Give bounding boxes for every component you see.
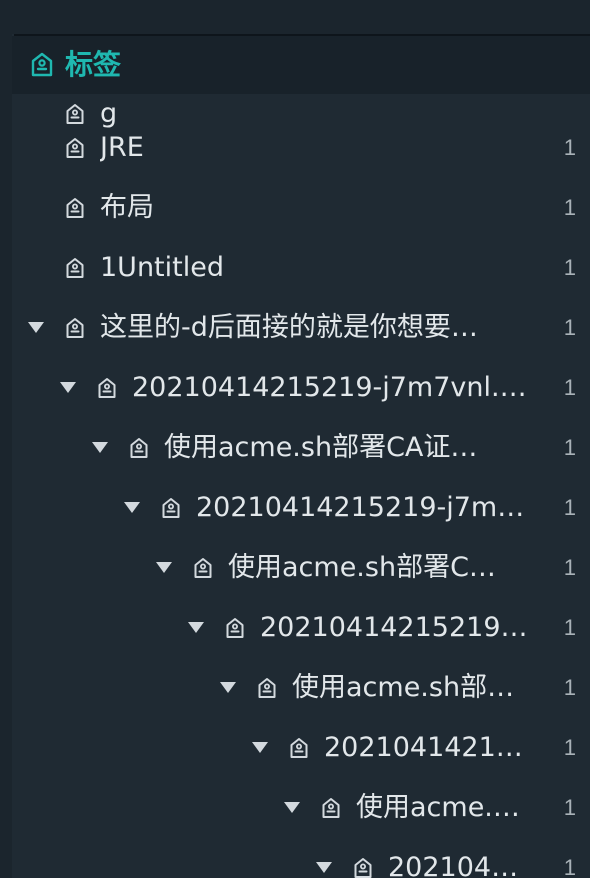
tag-icon bbox=[66, 138, 84, 158]
tag-icon bbox=[194, 558, 212, 578]
tag-row[interactable]: 20210414215219-j7m7vnl.… 1 bbox=[12, 358, 590, 418]
tag-count: 1 bbox=[563, 135, 576, 160]
tag-label: 这里的-d后面接的就是你想要… bbox=[100, 312, 478, 343]
tag-icon bbox=[290, 738, 308, 758]
tag-count: 1 bbox=[563, 195, 576, 220]
tag-row[interactable]: 2021041421… 1 bbox=[12, 718, 590, 778]
tag-count: 1 bbox=[563, 735, 576, 760]
caret-down-icon[interactable] bbox=[284, 802, 300, 813]
caret-down-icon[interactable] bbox=[316, 862, 332, 873]
tag-label: 20210414215219-j7m… bbox=[196, 492, 525, 523]
tag-count: 1 bbox=[563, 255, 576, 280]
tag-count: 1 bbox=[563, 315, 576, 340]
tag-row[interactable]: 这里的-d后面接的就是你想要… 1 bbox=[12, 298, 590, 358]
tag-panel: g JRE 1 布局 1 1Untitled 1 这里的-d后面接的就是你想要… 1 202104… bbox=[12, 36, 590, 878]
tag-row[interactable]: 2021041… 1 bbox=[12, 838, 590, 878]
tag-label: 使用acme.… bbox=[356, 792, 520, 823]
tag-row[interactable]: 20210414215219… 1 bbox=[12, 598, 590, 658]
tag-row[interactable]: 1Untitled 1 bbox=[12, 238, 590, 298]
tag-icon bbox=[98, 378, 116, 398]
caret-down-icon[interactable] bbox=[188, 622, 204, 633]
tag-icon bbox=[66, 198, 84, 218]
tag-label: 使用acme.sh部署CA证… bbox=[164, 432, 478, 463]
panel-title: 标签 bbox=[65, 48, 122, 81]
tag-count: 1 bbox=[563, 435, 576, 460]
tag-row[interactable]: 使用acme.sh部署C… 1 bbox=[12, 538, 590, 598]
tag-count: 1 bbox=[563, 675, 576, 700]
tag-icon bbox=[66, 258, 84, 278]
tag-row[interactable]: 20210414215219-j7m… 1 bbox=[12, 478, 590, 538]
caret-down-icon[interactable] bbox=[252, 742, 268, 753]
tag-label: 20210414215219-j7m7vnl.… bbox=[132, 372, 527, 403]
tag-row[interactable]: 使用acme.sh部… 1 bbox=[12, 658, 590, 718]
tag-count: 1 bbox=[563, 375, 576, 400]
left-edge bbox=[0, 0, 12, 878]
caret-down-icon[interactable] bbox=[124, 502, 140, 513]
tag-icon bbox=[162, 498, 180, 518]
tag-label: 使用acme.sh部署C… bbox=[228, 552, 496, 583]
tag-icon bbox=[66, 318, 84, 338]
tag-icon bbox=[226, 618, 244, 638]
panel-header[interactable]: 标签 bbox=[12, 36, 590, 94]
tag-label: 使用acme.sh部… bbox=[292, 672, 515, 703]
tag-tree: g JRE 1 布局 1 1Untitled 1 这里的-d后面接的就是你想要… 1 202104… bbox=[12, 36, 590, 878]
tag-row[interactable]: 使用acme.… 1 bbox=[12, 778, 590, 838]
tag-icon bbox=[31, 52, 53, 77]
tag-count: 1 bbox=[563, 555, 576, 580]
tag-label: 20210414215219… bbox=[260, 612, 528, 643]
caret-down-icon[interactable] bbox=[92, 442, 108, 453]
tag-label: 2021041… bbox=[388, 852, 525, 878]
caret-down-icon[interactable] bbox=[156, 562, 172, 573]
caret-down-icon[interactable] bbox=[60, 382, 76, 393]
caret-down-icon[interactable] bbox=[28, 322, 44, 333]
tag-count: 1 bbox=[563, 495, 576, 520]
tag-label: 布局 bbox=[100, 192, 154, 223]
tag-icon bbox=[354, 858, 372, 878]
caret-down-icon[interactable] bbox=[220, 682, 236, 693]
tag-label: 2021041421… bbox=[324, 732, 523, 763]
tag-row[interactable]: JRE 1 bbox=[12, 118, 590, 178]
tag-icon bbox=[322, 798, 340, 818]
tag-icon bbox=[130, 438, 148, 458]
tag-label: JRE bbox=[100, 132, 144, 163]
tag-count: 1 bbox=[563, 615, 576, 640]
tag-row[interactable]: 使用acme.sh部署CA证… 1 bbox=[12, 418, 590, 478]
tag-row[interactable]: 布局 1 bbox=[12, 178, 590, 238]
tag-count: 1 bbox=[563, 855, 576, 878]
top-toolbar bbox=[0, 0, 590, 34]
tag-count: 1 bbox=[563, 795, 576, 820]
tag-icon bbox=[258, 678, 276, 698]
tag-label: 1Untitled bbox=[100, 252, 224, 283]
